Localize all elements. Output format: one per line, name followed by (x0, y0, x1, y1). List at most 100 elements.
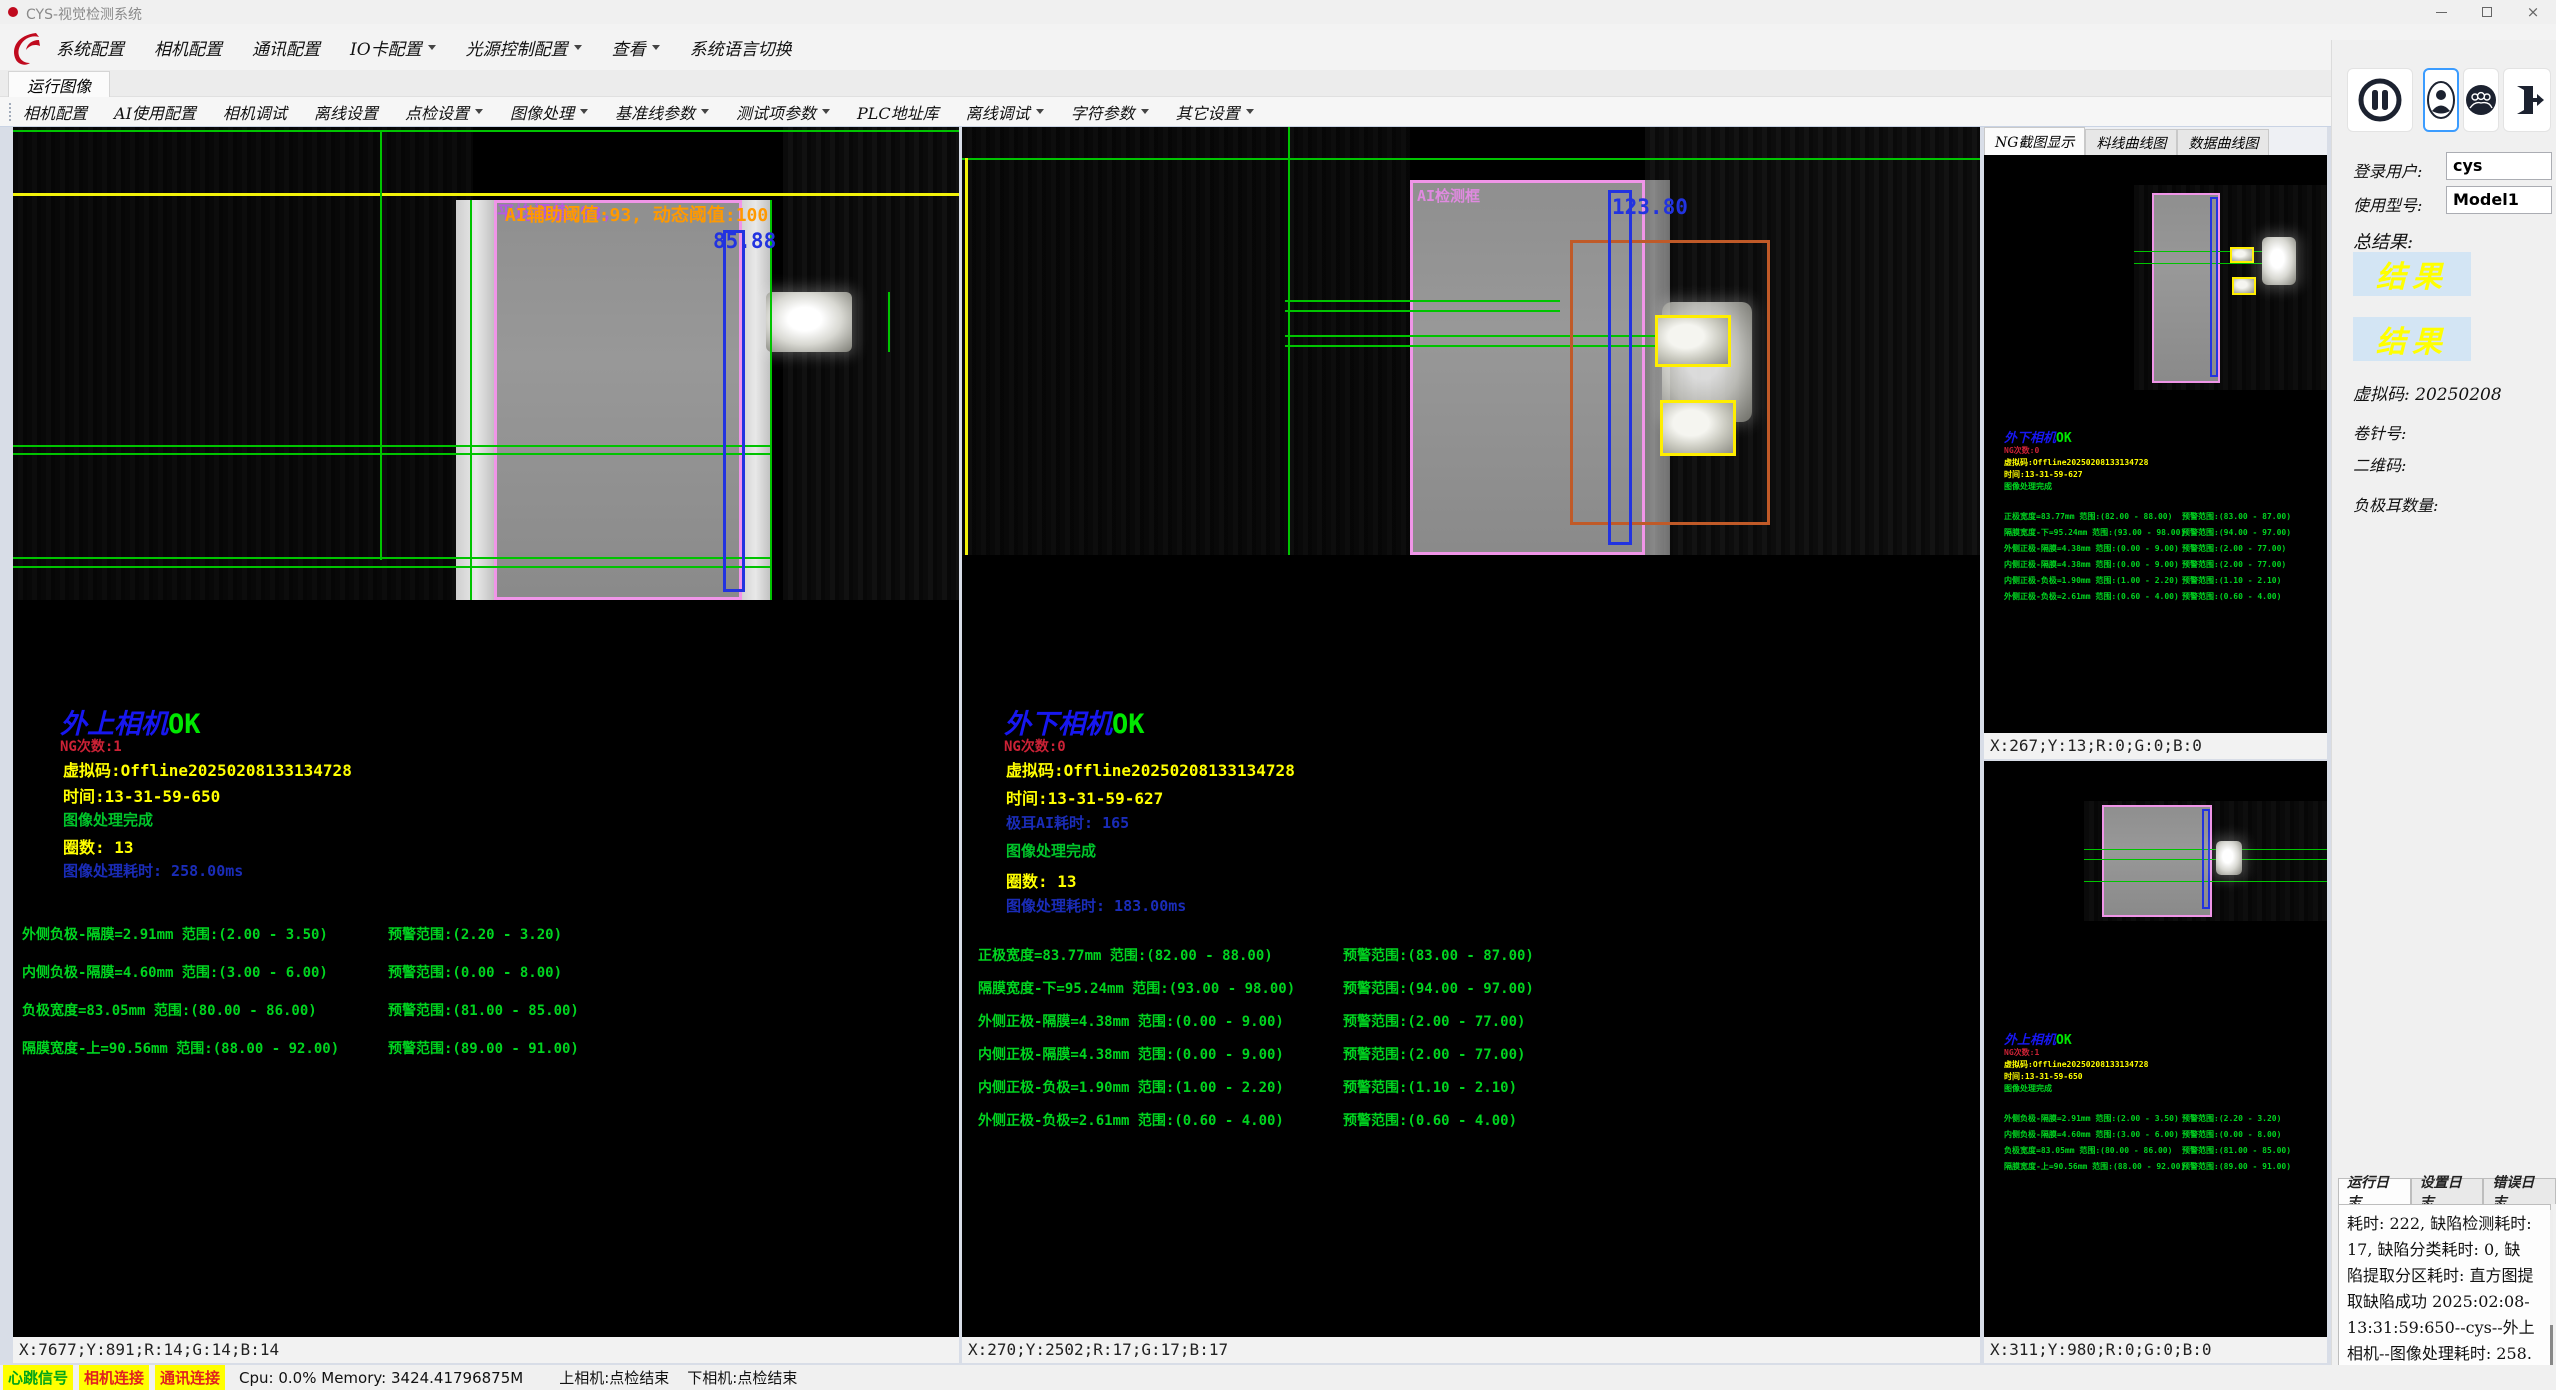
tool-offline-setting[interactable]: 离线设置 (314, 100, 378, 124)
tab-detect-box (1660, 400, 1736, 456)
ng-snapshot-view-2[interactable]: 外上相机OK NG次数:1 虚拟码:Offline202502081331347… (1984, 761, 2327, 1337)
chevron-down-icon (1141, 109, 1149, 114)
lower-camera-view[interactable]: AI检测框 123.80 外下相机OK NG次数:0 虚拟码:Offline20… (962, 127, 1980, 1337)
mini-camera-title: 外下相机OK (2004, 427, 2072, 446)
mini-measure-row: 内侧负极-隔膜=4.60mm 范围:(3.00 - 6.00)预警范围:(0.0… (2004, 1129, 2179, 1140)
tool-image-processing[interactable]: 图像处理 (510, 100, 588, 124)
mini-measure-row: 隔膜宽度-下=95.24mm 范围:(93.00 - 98.00)预警范围:(9… (2004, 527, 2185, 538)
mini-measure-row: 内侧正极-负极=1.90mm 范围:(1.00 - 2.20)预警范围:(1.1… (2004, 575, 2179, 586)
electrode-sheet-roi (494, 200, 742, 600)
current-user-button[interactable] (2423, 68, 2459, 132)
measurement-row: 外侧正极-负极=2.61mm 范围:(0.60 - 4.00)预警范围:(0.6… (978, 1110, 1284, 1130)
processing-done: 图像处理完成 (63, 809, 153, 830)
chevron-down-icon (1036, 109, 1044, 114)
virtual-code: 虚拟码:Offline20250208133134728 (63, 757, 352, 781)
time-stamp: 时间:13-31-59-627 (1006, 785, 1163, 809)
user-icon (2426, 80, 2456, 120)
tool-spot-check-setting[interactable]: 点检设置 (405, 100, 483, 124)
toolbar-grip-handle[interactable] (8, 102, 13, 122)
logout-door-icon (2509, 82, 2545, 118)
chevron-down-icon (475, 109, 483, 114)
run-log-text[interactable]: 耗时: 222, 缺陷检测耗时: 17, 缺陷分类耗时: 0, 缺陷提取分区耗时… (2338, 1204, 2551, 1386)
lower-camera-image: AI检测框 123.80 (962, 127, 1980, 555)
user-management-button[interactable] (2463, 68, 2499, 132)
ng-view-tab-strip: NG截图显示 料线曲线图 数据曲线图 (1984, 127, 2327, 155)
tab-detect-box (1655, 315, 1731, 367)
mini-measure-row: 内侧正极-隔膜=4.38mm 范围:(0.00 - 9.00)预警范围:(2.0… (2004, 559, 2179, 570)
mini-virtual-code: 虚拟码:Offline20250208133134728 (2004, 1059, 2148, 1070)
tool-other-settings[interactable]: 其它设置 (1176, 100, 1254, 124)
measure-value-overlay: 123.80 (1612, 195, 1688, 219)
tab-setting-log[interactable]: 设置日志 (2411, 1178, 2484, 1204)
document-tab-strip: 运行图像 (0, 70, 2556, 97)
tool-baseline-params[interactable]: 基准线参数 (615, 100, 709, 124)
app-icon (8, 7, 18, 17)
tool-char-params[interactable]: 字符参数 (1071, 100, 1149, 124)
exit-button[interactable] (2503, 68, 2551, 132)
log-scrollbar-thumb[interactable] (2550, 1325, 2553, 1365)
tab-ng-screenshot[interactable]: NG截图显示 (1984, 127, 2085, 155)
result-badge-upper: 结果 (2353, 252, 2471, 296)
mini-ng-count: NG次数:0 (2004, 445, 2039, 456)
pause-button[interactable] (2347, 68, 2413, 132)
menu-item-light-control-config[interactable]: 光源控制配置 (466, 35, 582, 60)
loop-count: 圈数: 13 (63, 834, 134, 858)
blue-measure-box (723, 230, 745, 592)
menu-item-comm-config[interactable]: 通讯配置 (252, 35, 320, 60)
ng-snapshot-view-1[interactable]: 外下相机OK NG次数:0 虚拟码:Offline202502081331347… (1984, 155, 2327, 733)
menu-item-io-card-config[interactable]: IO卡配置 (350, 35, 436, 60)
measurement-row: 正极宽度=83.77mm 范围:(82.00 - 88.00)预警范围:(83.… (978, 945, 1273, 965)
upper-camera-coords: X:7677;Y:891;R:14;G:14;B:14 (13, 1337, 959, 1363)
maximize-button[interactable] (2464, 0, 2510, 24)
heartbeat-status-badge: 心跳信号 (3, 1365, 73, 1390)
upper-camera-view[interactable]: 平均阈值:93, AI辅助阈值:93, 动态阈值:100 85.88 外上相机O… (13, 127, 959, 1337)
ng-view-2-coords: X:311;Y:980;R:0;G:0;B:0 (1984, 1337, 2327, 1363)
tool-camera-debug[interactable]: 相机调试 (223, 100, 287, 124)
tool-test-item-params[interactable]: 测试项参数 (736, 100, 830, 124)
close-button[interactable]: × (2510, 0, 2556, 24)
mini-measure-row: 外侧负极-隔膜=2.91mm 范围:(2.00 - 3.50)预警范围:(2.2… (2004, 1113, 2179, 1124)
mini-done: 图像处理完成 (2004, 481, 2052, 492)
menu-bar: 系统配置 相机配置 通讯配置 IO卡配置 光源控制配置 查看 系统语言切换 (0, 24, 2556, 70)
chevron-down-icon (822, 109, 830, 114)
menu-item-language-switch[interactable]: 系统语言切换 (690, 35, 792, 60)
tab-run-log[interactable]: 运行日志 (2338, 1178, 2411, 1204)
mini-measure-row: 正极宽度=83.77mm 范围:(82.00 - 88.00)预警范围:(83.… (2004, 511, 2172, 522)
mini-measure-row: 外侧正极-负极=2.61mm 范围:(0.60 - 4.00)预警范围:(0.6… (2004, 591, 2179, 602)
tool-camera-config[interactable]: 相机配置 (23, 100, 87, 124)
tool-offline-debug[interactable]: 离线调试 (966, 100, 1044, 124)
tool-ai-use-config[interactable]: AI使用配置 (114, 100, 196, 124)
tab-error-log[interactable]: 错误日志 (2483, 1178, 2556, 1204)
tool-plc-address-lib[interactable]: PLC地址库 (857, 100, 939, 124)
login-user-field[interactable]: cys (2446, 152, 2552, 180)
measurement-row: 内侧负极-隔膜=4.60mm 范围:(3.00 - 6.00)预警范围:(0.0… (22, 962, 328, 982)
tab-line-curve[interactable]: 料线曲线图 (2085, 129, 2177, 155)
model-label: 使用型号: (2353, 192, 2422, 216)
status-bar: 心跳信号 相机连接 通讯连接 Cpu: 0.0% Memory: 3424.41… (0, 1365, 2556, 1390)
model-field[interactable]: Model1 (2446, 186, 2552, 214)
ai-elapsed: 极耳AI耗时: 165 (1006, 812, 1129, 833)
menu-item-view[interactable]: 查看 (612, 35, 660, 60)
users-icon (2465, 84, 2497, 116)
processing-done: 图像处理完成 (1006, 840, 1096, 861)
chevron-down-icon (652, 45, 660, 50)
measurement-row: 内侧正极-负极=1.90mm 范围:(1.00 - 2.20)预警范围:(1.1… (978, 1077, 1284, 1097)
mini-measure-row: 隔膜宽度-上=90.56mm 范围:(88.00 - 92.00)预警范围:(8… (2004, 1161, 2185, 1172)
mini-time: 时间:13-31-59-650 (2004, 1071, 2083, 1082)
menu-item-camera-config[interactable]: 相机配置 (154, 35, 222, 60)
chevron-down-icon (701, 109, 709, 114)
blue-measure-box (1608, 190, 1632, 545)
app-window: CYS-视觉检测系统 × 系统配置 相机配置 通讯配置 IO卡配置 光源控制配置… (0, 0, 2556, 1390)
info-panel: 登录用户: cys 使用型号: Model1 总结果: 结果 结果 虚拟码: 2… (2331, 40, 2556, 1390)
tab-run-image[interactable]: 运行图像 (8, 71, 110, 97)
menu-item-system-config[interactable]: 系统配置 (56, 35, 124, 60)
loop-count: 圈数: 13 (1006, 868, 1077, 892)
window-title: CYS-视觉检测系统 (26, 4, 142, 24)
tab-foil-blob (766, 292, 852, 352)
minimize-button[interactable] (2418, 0, 2464, 24)
measurement-row: 外侧负极-隔膜=2.91mm 范围:(2.00 - 3.50)预警范围:(2.2… (22, 924, 328, 944)
camera-connect-badge: 相机连接 (79, 1365, 149, 1390)
measure-value-overlay: 85.88 (713, 229, 776, 253)
tab-data-curve[interactable]: 数据曲线图 (2177, 129, 2269, 155)
mini-time: 时间:13-31-59-627 (2004, 469, 2083, 480)
